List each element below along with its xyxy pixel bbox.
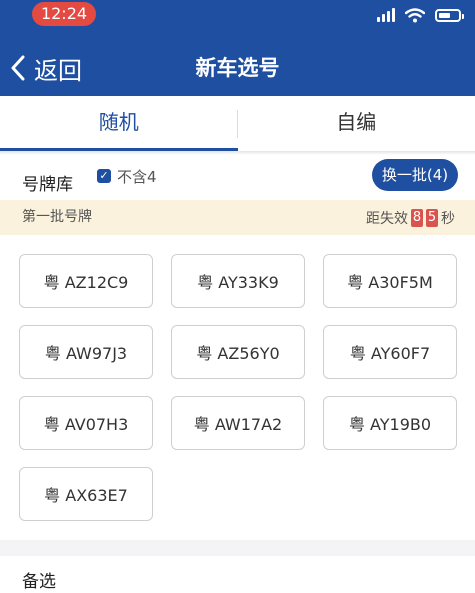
signal-icon [377,8,395,22]
plate-option[interactable]: 粤 AY60F7 [323,325,457,379]
chevron-left-icon [11,55,25,81]
tabs-shadow [0,151,475,155]
plate-option[interactable]: 粤 AZ12C9 [19,254,153,308]
batch-bar: 第一批号牌 距失效 8 5 秒 [0,200,475,235]
batch-title: 第一批号牌 [22,209,92,225]
plate-pool-label: 号牌库 [22,175,73,195]
alternate-section-title: 备选 [22,572,56,592]
back-label: 返回 [34,56,82,85]
tab-divider [237,110,238,138]
plate-option[interactable]: 粤 AV07H3 [19,396,153,450]
countdown-prefix: 距失效 [366,210,408,227]
plate-option[interactable]: 粤 AY33K9 [171,254,305,308]
plate-option[interactable]: 粤 AW97J3 [19,325,153,379]
battery-icon [435,8,464,22]
plate-option[interactable]: 粤 A30F5M [323,254,457,308]
app-header: 12:24 返回 新车选号 [0,0,475,96]
plate-grid: 粤 AZ12C9 粤 AY33K9 粤 A30F5M 粤 AW97J3 粤 AZ… [19,254,457,521]
exclude-four-filter[interactable]: ✓ 不含4 [97,166,157,186]
plate-option[interactable]: 粤 AW17A2 [171,396,305,450]
status-icons [377,6,464,24]
section-divider [0,540,475,556]
exclude-four-label: 不含4 [117,167,157,186]
status-time: 12:24 [32,2,96,26]
plate-option[interactable]: 粤 AY19B0 [323,396,457,450]
back-button[interactable]: 返回 [10,50,82,86]
refresh-batch-button[interactable]: 换一批(4) [372,159,458,191]
checkbox-checked-icon[interactable]: ✓ [97,169,111,183]
plate-option[interactable]: 粤 AZ56Y0 [171,325,305,379]
countdown-unit: 秒 [441,210,455,227]
countdown-digit: 5 [426,208,438,227]
countdown: 距失效 8 5 秒 [366,200,455,235]
wifi-icon [405,7,425,22]
plate-option[interactable]: 粤 AX63E7 [19,467,153,521]
tab-random[interactable]: 随机 [0,96,238,151]
countdown-digit: 8 [411,208,423,227]
tab-custom[interactable]: 自编 [238,96,475,151]
battery-level [439,12,450,18]
